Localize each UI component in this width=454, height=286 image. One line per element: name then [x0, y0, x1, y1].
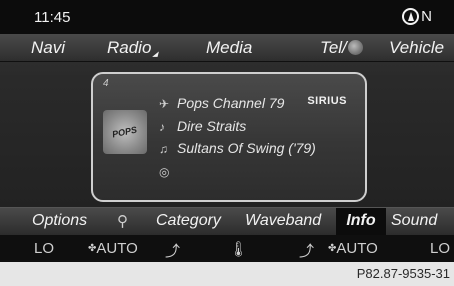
channel-row: ✈ Pops Channel 79	[159, 95, 284, 111]
channel-name: Pops Channel 79	[177, 95, 285, 111]
menu-navi[interactable]: Navi	[31, 38, 65, 58]
left-fan-auto[interactable]: ✤AUTO	[88, 240, 138, 257]
target-icon: ◎	[159, 165, 170, 179]
search-icon[interactable]: ⚲	[117, 212, 128, 230]
target-row: ◎	[159, 163, 177, 179]
artist-name: Dire Straits	[177, 118, 247, 134]
head-unit-screen: 11:45 N Navi Radio◢ Media Tel/ Vehicle 4…	[0, 0, 454, 262]
artist-icon: ♪	[159, 120, 165, 134]
submenu-triangle-icon: ◢	[152, 51, 158, 58]
softkey-waveband[interactable]: Waveband	[245, 212, 321, 230]
artist-row: ♪ Dire Straits	[159, 118, 246, 134]
track-title: Sultans Of Swing ('79)	[177, 140, 316, 156]
menu-media[interactable]: Media	[206, 38, 252, 58]
track-icon: ♫	[159, 142, 168, 156]
globe-icon	[347, 40, 363, 55]
channel-icon: ✈	[159, 97, 170, 111]
softkey-options[interactable]: Options	[32, 212, 87, 230]
climate-bar: LO ✤AUTO ⤴ 🌡 ⤴ ✤AUTO LO	[0, 235, 454, 262]
clock: 11:45	[34, 9, 71, 26]
title-row: ♫ Sultans Of Swing ('79)	[159, 140, 316, 156]
left-mode-label: AUTO	[96, 240, 138, 257]
menu-vehicle[interactable]: Vehicle	[389, 38, 444, 58]
sirius-logo: SIRIUS	[307, 95, 347, 107]
right-temperature[interactable]: LO	[430, 240, 450, 257]
station-logo-text: POPS	[111, 124, 139, 140]
main-menu-bar: Navi Radio◢ Media Tel/ Vehicle	[0, 34, 454, 62]
status-bar: 11:45 N	[0, 0, 454, 34]
soft-key-menu: Options ⚲ Category Waveband Info Sound	[0, 207, 454, 236]
preset-number: 4	[103, 78, 109, 89]
right-fan-auto[interactable]: ✤AUTO	[328, 240, 378, 257]
softkey-info-selected[interactable]: Info	[336, 208, 386, 236]
right-mode-label: AUTO	[336, 240, 378, 257]
figure-caption: P82.87-9535-31	[356, 266, 450, 281]
compass: N	[402, 8, 432, 25]
air-distribution-left-icon[interactable]: ⤴	[165, 240, 180, 261]
air-distribution-right-icon[interactable]: ⤴	[299, 240, 314, 261]
compass-heading: N	[421, 8, 432, 25]
left-temperature[interactable]: LO	[34, 240, 54, 257]
menu-radio-label: Radio	[107, 38, 152, 57]
menu-tel[interactable]: Tel/	[320, 38, 363, 58]
menu-tel-label: Tel/	[320, 38, 347, 57]
compass-icon	[402, 8, 420, 25]
station-logo: POPS	[103, 110, 147, 154]
softkey-sound[interactable]: Sound	[391, 212, 437, 230]
menu-radio[interactable]: Radio◢	[107, 38, 158, 58]
thermometer-icon[interactable]: 🌡	[229, 240, 248, 258]
softkey-category[interactable]: Category	[156, 212, 221, 230]
station-info-panel[interactable]: 4 POPS ✈ Pops Channel 79 ♪ Dire Straits ♫ S…	[91, 72, 367, 202]
